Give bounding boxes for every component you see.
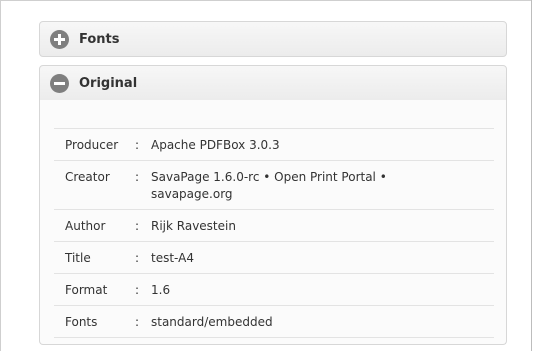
row-value: test-A4 [151, 251, 194, 265]
fonts-section-header[interactable]: Fonts [39, 21, 507, 57]
row-key: Format [65, 283, 108, 297]
plus-circle-icon [50, 29, 69, 49]
minus-circle-icon [50, 73, 69, 93]
scrollbar-edge [531, 0, 532, 351]
original-section-title: Original [79, 75, 138, 91]
row-key: Title [65, 251, 91, 265]
row-key: Fonts [65, 315, 98, 329]
row-separator: : [135, 315, 140, 329]
row-key: Creator [65, 170, 110, 184]
fonts-section-title: Fonts [79, 31, 120, 47]
original-section-content: Producer : Apache PDFBox 3.0.3 Creator :… [39, 100, 507, 345]
table-row: Creator : SavaPage 1.6.0-rc • Open Print… [54, 160, 494, 210]
row-key: Author [65, 219, 106, 233]
table-row: Format : 1.6 [54, 273, 494, 306]
row-value: Rijk Ravestein [151, 219, 236, 233]
row-value: standard/embedded [151, 315, 273, 329]
table-row: Author : Rijk Ravestein [54, 209, 494, 242]
row-value: 1.6 [151, 283, 171, 297]
row-separator: : [135, 251, 140, 265]
row-key: Producer [65, 138, 119, 152]
table-row: Title : test-A4 [54, 241, 494, 274]
row-separator: : [135, 170, 140, 184]
row-value: Apache PDFBox 3.0.3 [151, 138, 280, 152]
table-row: Fonts : standard/embedded [54, 305, 494, 338]
row-separator: : [135, 219, 140, 233]
row-separator: : [135, 283, 140, 297]
original-section-header[interactable]: Original [39, 65, 507, 101]
row-value: SavaPage 1.6.0-rc • Open Print Portal • … [151, 170, 387, 201]
row-separator: : [135, 138, 140, 152]
metadata-table: Producer : Apache PDFBox 3.0.3 Creator :… [54, 128, 494, 338]
table-row: Producer : Apache PDFBox 3.0.3 [54, 128, 494, 161]
